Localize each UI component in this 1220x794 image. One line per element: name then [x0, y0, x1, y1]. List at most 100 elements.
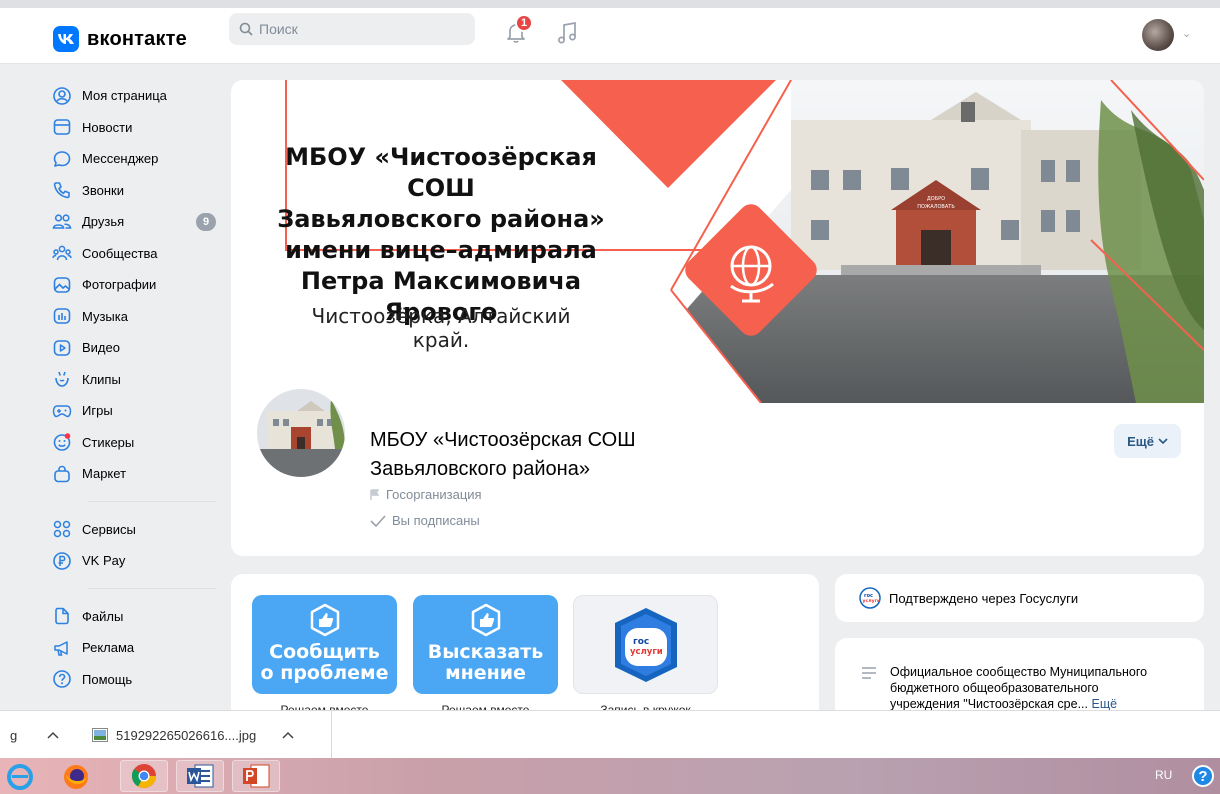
building-sign-2: ПОЖАЛОВАТЬ [917, 204, 955, 210]
report-problem-widget[interactable]: Сообщить о проблеме [252, 595, 397, 694]
notifications-badge: 1 [515, 14, 533, 32]
download-item[interactable]: 519292265026616....jpg [92, 711, 294, 759]
gosuslugi-widget[interactable]: гос услуги [573, 595, 718, 694]
sidebar-item[interactable]: Помощь [52, 664, 222, 696]
sidebar-item[interactable]: Сообщества [52, 238, 222, 270]
group-name: МБОУ «Чистоозёрская СОШ Завьяловского ра… [370, 426, 636, 484]
sidebar-item[interactable]: Реклама [52, 632, 222, 664]
description-text: Официальное сообщество Муниципального бю… [890, 664, 1190, 712]
chevron-down-icon[interactable]: ⌄ [1182, 27, 1191, 40]
word-taskbar-button[interactable] [176, 760, 224, 792]
user-avatar[interactable] [1142, 19, 1174, 51]
group-avatar-photo [257, 389, 345, 477]
sidebar-item-label: Видео [82, 340, 120, 356]
sidebar-item-label: Звонки [82, 182, 124, 198]
sidebar-item-label: Маркет [82, 466, 127, 482]
ie-icon[interactable] [6, 763, 34, 791]
sidebar-item[interactable]: VK Pay [52, 545, 222, 577]
sidebar-item-label: Друзья [82, 214, 125, 230]
cover-title-line: МБОУ «Чистоозёрская СОШ [285, 143, 597, 202]
gosuslugi-logo-line1: гос [633, 637, 649, 647]
group-name-line: Завьяловского района» [370, 458, 590, 480]
search-icon [239, 22, 253, 36]
widget-title: Сообщить о проблеме [261, 642, 389, 684]
cover-title: МБОУ «Чистоозёрская СОШ Завьяловского ра… [271, 142, 611, 328]
divider [331, 711, 332, 759]
phone-icon [52, 180, 72, 200]
sidebar-item-label: Клипы [82, 371, 121, 387]
sidebar-item-label: Файлы [82, 608, 124, 624]
top-header: вконтакте [0, 8, 1220, 64]
verified-card[interactable]: гос услуги Подтверждено через Госуслуги [835, 574, 1204, 622]
group-name-line: МБОУ «Чистоозёрская СОШ [370, 429, 636, 451]
chrome-icon [131, 764, 156, 789]
chevron-down-icon [1158, 437, 1168, 444]
news-icon [52, 117, 72, 137]
music-icon[interactable] [555, 20, 579, 46]
vk-logo-glyph [58, 34, 74, 44]
cover-title-line: Завьяловского района» [277, 205, 605, 233]
more-button[interactable]: Ещё [1114, 424, 1181, 458]
sidebar-item[interactable]: Маркет [52, 458, 222, 490]
chrome-taskbar-button[interactable] [120, 760, 168, 792]
widget-title-line: Высказать [427, 641, 544, 663]
sidebar-item[interactable]: Мессенджер [52, 143, 222, 175]
sidebar-item[interactable]: Видео [52, 332, 222, 364]
music-icon [52, 306, 72, 326]
sidebar-item-label: VK Pay [82, 553, 126, 569]
download-file-name: 519292265026616....jpg [116, 727, 257, 743]
powerpoint-icon [243, 764, 270, 788]
sidebar-item-label: Помощь [82, 671, 133, 687]
word-icon [187, 764, 214, 788]
widget-title-line: мнение [445, 662, 526, 684]
os-taskbar: RU ? [0, 758, 1220, 794]
friends-count-badge: 9 [196, 213, 216, 231]
gamepad-icon [52, 401, 72, 421]
vk-logo[interactable]: вконтакте [53, 26, 187, 52]
sidebar-item[interactable]: Музыка [52, 301, 222, 333]
subscribed-status[interactable]: Вы подписаны [370, 513, 480, 528]
vk-logo-text: вконтакте [87, 27, 187, 50]
sidebar-item[interactable]: Стикеры [52, 427, 222, 459]
description-more-link[interactable]: Ещё [1092, 697, 1118, 711]
widgets-card: Сообщить о проблеме Решаем вместе Высказ… [231, 574, 819, 724]
help-icon [52, 669, 72, 689]
chevron-up-icon[interactable] [47, 731, 59, 739]
chevron-up-icon[interactable] [282, 731, 294, 739]
image-file-icon [92, 728, 108, 742]
download-item-partial[interactable]: g [10, 711, 59, 759]
sidebar-item[interactable]: Новости [52, 112, 222, 144]
sidebar-item-label: Фотографии [82, 277, 157, 293]
sidebar-item[interactable]: Моя страница [52, 80, 222, 112]
sidebar-item[interactable]: Фотографии [52, 269, 222, 301]
message-icon [52, 149, 72, 169]
sidebar-item-label: Новости [82, 119, 133, 135]
group-avatar[interactable] [254, 386, 348, 480]
cover-subtitle: Чистоозёрка, Алтайский край. [311, 304, 571, 352]
help-icon[interactable]: ? [1192, 765, 1214, 787]
language-indicator[interactable]: RU [1155, 768, 1172, 782]
video-icon [52, 338, 72, 358]
download-item-partial-label: g [10, 727, 18, 743]
search-placeholder: Поиск [259, 21, 298, 37]
powerpoint-taskbar-button[interactable] [232, 760, 280, 792]
sidebar-item-label: Реклама [82, 640, 135, 656]
group-header-card: ДОБРО ПОЖАЛОВАТЬ МБОУ «Чистоозёрская СОШ… [231, 80, 1204, 556]
vk-logo-mark [53, 26, 79, 52]
sidebar-item[interactable]: Игры [52, 395, 222, 427]
sidebar-item[interactable]: Звонки [52, 175, 222, 207]
give-opinion-widget[interactable]: Высказать мнение [413, 595, 558, 694]
firefox-icon[interactable] [62, 763, 90, 791]
megaphone-icon [52, 638, 72, 658]
window-top-strip [0, 0, 1220, 8]
sticker-icon [52, 432, 72, 452]
friends-icon [52, 212, 72, 232]
sidebar-item[interactable]: Сервисы [52, 514, 222, 546]
group-cover: ДОБРО ПОЖАЛОВАТЬ МБОУ «Чистоозёрская СОШ… [231, 80, 1204, 403]
vkpay-icon [52, 551, 72, 571]
sidebar-item[interactable]: Файлы [52, 601, 222, 633]
sidebar-item[interactable]: Клипы [52, 364, 222, 396]
verified-label: Подтверждено через Госуслуги [889, 590, 1079, 606]
sidebar-item[interactable]: Друзья 9 [52, 206, 222, 238]
search-input[interactable]: Поиск [229, 13, 475, 45]
